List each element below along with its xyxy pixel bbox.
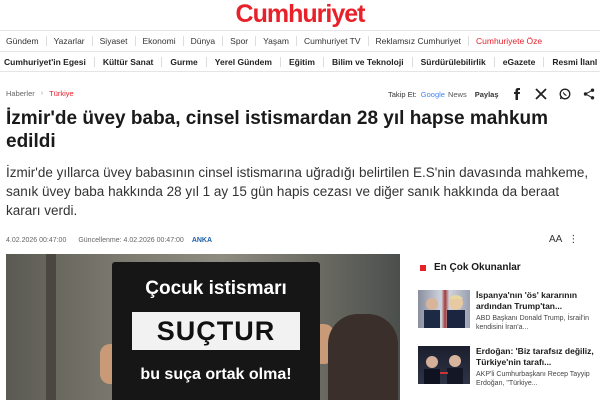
breadcrumb: Haberler › Türkiye	[6, 89, 74, 98]
breadcrumb-separator: ›	[40, 90, 44, 97]
nav-item-yazarlar[interactable]: Yazarlar	[47, 36, 93, 46]
background-pole	[46, 254, 56, 400]
sign-line-1: Çocuk istismarı	[145, 278, 287, 299]
breadcrumb-category[interactable]: Türkiye	[49, 89, 74, 98]
nav-item-egazete[interactable]: eGazete	[495, 56, 545, 67]
item-thumbnail[interactable]	[418, 290, 470, 328]
follow-bar: Takip Et: Google News Paylaş	[388, 88, 595, 100]
article-image[interactable]: Çocuk istismarı SUÇTUR bu suça ortak olm…	[6, 254, 400, 400]
item-headline[interactable]: Erdoğan: 'Biz tarafsız değiliz, Türkiye'…	[476, 346, 600, 368]
breadcrumb-home[interactable]: Haberler	[6, 89, 35, 98]
sign-line-2: SUÇTUR	[156, 316, 276, 346]
most-read-sidebar: En Çok Okunanlar İspanya'nın 'ös' kararı…	[418, 262, 600, 387]
whatsapp-icon[interactable]	[559, 88, 571, 100]
nav-item-bilim-teknoloji[interactable]: Bilim ve Teknoloji	[324, 56, 413, 67]
nav-item-cumhuriyet-tv[interactable]: Cumhuriyet TV	[297, 36, 369, 46]
google-news-link[interactable]: Google	[421, 90, 445, 99]
background-person	[328, 314, 398, 400]
x-icon[interactable]	[534, 88, 547, 100]
updated-date: Güncellenme: 4.02.2026 00:47:00	[78, 237, 184, 244]
nav-item-yerel-gundem[interactable]: Yerel Gündem	[207, 56, 281, 67]
font-size-button[interactable]: AA	[549, 234, 562, 245]
item-thumbnail[interactable]	[418, 346, 470, 384]
most-read-item[interactable]: Erdoğan: 'Biz tarafsız değiliz, Türkiye'…	[418, 346, 600, 396]
nav-item-reklamsiz[interactable]: Reklamsız Cumhuriyet	[369, 36, 469, 46]
nav-item-resmi-ilanlar[interactable]: Resmi İlanl	[544, 57, 600, 67]
article-title: İzmir'de üvey baba, cinsel istismardan 2…	[6, 108, 549, 152]
nav-item-kultur-sanat[interactable]: Kültür Sanat	[95, 56, 163, 67]
nav-item-dunya[interactable]: Dünya	[184, 36, 224, 46]
article-summary: İzmir'de yıllarca üvey babasının cinsel …	[6, 165, 589, 218]
secondary-nav: Cumhuriyet'in Egesi Kültür Sanat Gurme Y…	[0, 52, 600, 72]
sign-highlight-box: SUÇTUR	[132, 312, 300, 350]
section-marker-icon	[420, 264, 426, 271]
google-text: Google	[420, 89, 445, 99]
logo-text: Cumhuriyet	[235, 0, 366, 28]
most-read-title: En Çok Okunanlar	[434, 262, 521, 273]
news-text: News	[447, 89, 467, 99]
site-logo[interactable]: Cumhuriyet	[0, 0, 600, 28]
nav-item-ekonomi[interactable]: Ekonomi	[136, 36, 184, 46]
share-icon[interactable]	[583, 88, 595, 100]
more-options-button[interactable]: ⋮	[568, 234, 578, 245]
protest-sign: Çocuk istismarı SUÇTUR bu suça ortak olm…	[112, 262, 320, 400]
nav-item-gundem[interactable]: Gündem	[0, 36, 47, 46]
nav-item-yasam[interactable]: Yaşam	[256, 36, 297, 46]
nav-item-spor[interactable]: Spor	[223, 36, 257, 46]
sign-line-3: bu suça ortak olma!	[140, 366, 292, 383]
publish-date: 4.02.2026 00:47:00	[6, 237, 67, 244]
article-meta: 4.02.2026 00:47:00 Güncellenme: 4.02.202…	[6, 237, 212, 244]
nav-item-gurme[interactable]: Gurme	[162, 56, 207, 67]
most-read-header: En Çok Okunanlar	[418, 262, 600, 273]
share-label: Paylaş	[474, 89, 499, 99]
nav-item-egesi[interactable]: Cumhuriyet'in Egesi	[0, 56, 95, 67]
most-read-item[interactable]: İspanya'nın 'ös' kararının ardından Trum…	[418, 290, 600, 340]
item-subtitle: ABD Başkanı Donald Trump, İsrail'in kend…	[476, 315, 589, 331]
article-tools: AA ⋮	[543, 234, 578, 245]
nav-item-surdurulebilirlik[interactable]: Sürdürülebilirlik	[413, 56, 495, 67]
news-source[interactable]: ANKA	[192, 237, 212, 244]
item-headline[interactable]: İspanya'nın 'ös' kararının ardından Trum…	[476, 290, 600, 312]
primary-nav: Gündem Yazarlar Siyaset Ekonomi Dünya Sp…	[0, 30, 600, 52]
nav-item-cumhuriyete-ozel[interactable]: Cumhuriyete Öze	[469, 36, 549, 46]
follow-label: Takip Et:	[388, 89, 417, 99]
nav-item-siyaset[interactable]: Siyaset	[93, 36, 136, 46]
facebook-icon[interactable]	[511, 88, 523, 100]
nav-item-egitim[interactable]: Eğitim	[281, 56, 324, 67]
item-subtitle: AKP'li Cumhurbaşkanı Recep Tayyip Erdoğa…	[476, 371, 590, 387]
